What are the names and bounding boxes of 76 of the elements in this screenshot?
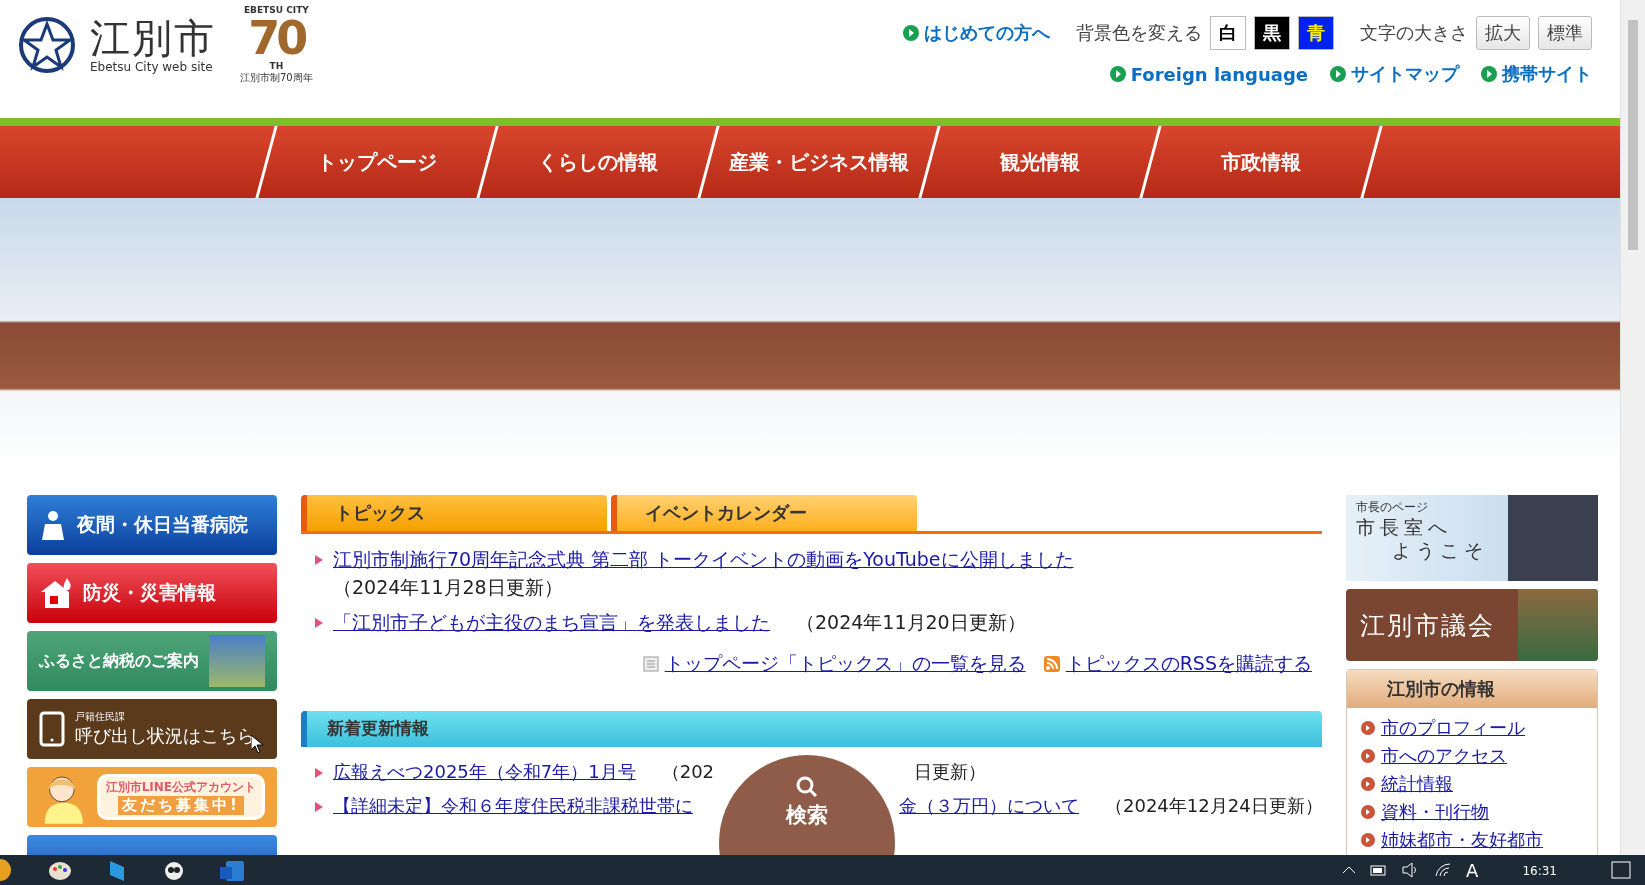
topic-link[interactable]: 「江別市子どもが主役のまち宣言」を発表しました: [333, 611, 770, 634]
anniversary-number: 70: [248, 15, 305, 61]
city-emblem-icon: [18, 16, 76, 74]
info-link[interactable]: 市へのアクセス: [1361, 744, 1583, 768]
info-link[interactable]: 市のプロフィール: [1361, 716, 1583, 740]
banner-caption: 戸籍住民課: [75, 710, 126, 724]
mouse-cursor-icon: [251, 735, 263, 753]
palette-icon[interactable]: [48, 859, 72, 881]
section-title: 新着更新情報: [327, 717, 429, 741]
font-size-label: 文字の大きさ: [1360, 21, 1468, 45]
rss-icon: [1043, 655, 1060, 672]
banner-link[interactable]: 防災・災害情報: [27, 563, 277, 623]
scrollbar[interactable]: [1620, 0, 1645, 855]
battery-icon[interactable]: [1370, 864, 1389, 876]
house-fire-icon: [39, 578, 73, 608]
banner-label: 江別市議会: [1359, 609, 1496, 642]
triangle-bullet-icon: [315, 555, 323, 565]
tablet-icon: [39, 711, 65, 747]
word-icon[interactable]: [220, 859, 244, 881]
banner-label: ふるさと納税のご案内: [39, 650, 199, 672]
font-size-button[interactable]: 標準: [1538, 16, 1592, 50]
triangle-bullet-icon: [315, 767, 323, 778]
search-button[interactable]: 検索: [719, 754, 895, 855]
banner-link[interactable]: 夜間・休日当番病院: [27, 495, 277, 555]
banner-label: 夜間・休日当番病院: [77, 512, 248, 537]
first-visit-link[interactable]: はじめての方へ: [903, 21, 1050, 45]
list-link[interactable]: トップページ「トピックス」の一覧を見る: [642, 650, 1026, 677]
header-link[interactable]: Foreign language: [1109, 63, 1308, 85]
clock-time[interactable]: 16:31: [1522, 859, 1557, 878]
topic-link[interactable]: 江別市制施行70周年記念式典 第二部 トークイベントの動画をYouTubeに公開しました: [333, 548, 1074, 570]
update-link[interactable]: 金（３万円）について: [899, 794, 1079, 816]
background-color-label: 背景色を変える: [1076, 21, 1202, 45]
notification-icon[interactable]: [1611, 861, 1631, 879]
document-icon: [642, 655, 659, 672]
triangle-bullet-icon: [315, 801, 323, 812]
info-link[interactable]: 姉妹都市・友好都市: [1361, 828, 1583, 852]
input-method-indicator[interactable]: A: [1466, 859, 1479, 881]
background-color-button[interactable]: 黒: [1254, 16, 1290, 50]
anniversary-suffix: TH: [269, 61, 284, 71]
banner-label: 江別市LINE公式アカウント: [105, 779, 256, 796]
wifi-icon[interactable]: [1434, 863, 1453, 877]
banner-label: ようこそ: [1391, 538, 1489, 562]
rss-link[interactable]: トピックスのRSSを購読する: [1043, 650, 1312, 677]
update-date: （202: [661, 759, 715, 784]
search-icon: [795, 774, 819, 799]
section-tab[interactable]: イベントカレンダー: [611, 495, 917, 531]
photo-placeholder: [209, 635, 265, 687]
update-date: （2024年12月24日更新）: [1105, 793, 1323, 818]
update-date: （2024年11月20日更新）: [796, 610, 1026, 636]
anniversary-caption: 江別市制70周年: [240, 71, 313, 85]
panel-title: 江別市の情報: [1387, 677, 1495, 701]
update-link[interactable]: 【詳細未定】令和６年度住民税非課税世帯に: [333, 794, 693, 816]
update-date: 日更新）: [914, 759, 987, 784]
font-size-button[interactable]: 拡大: [1476, 16, 1530, 50]
info-link[interactable]: 資料・刊行物: [1361, 800, 1583, 824]
browser-icon[interactable]: [0, 859, 14, 881]
banner-caption: 友だち募集中!: [117, 796, 244, 815]
background-color-button[interactable]: 青: [1298, 16, 1334, 50]
mayor-banner[interactable]: 市長のページ 市長室へ ようこそ: [1346, 495, 1598, 581]
banner-caption: 市長のページ: [1356, 499, 1429, 516]
header-link[interactable]: サイトマップ: [1330, 62, 1459, 86]
banner-label: 市長室へ: [1356, 516, 1453, 539]
council-banner[interactable]: 江別市議会: [1346, 589, 1598, 661]
update-link[interactable]: 広報えべつ2025年（令和7年）1月号: [333, 760, 636, 782]
site-subtitle: Ebetsu City web site: [90, 60, 214, 74]
update-date: （2024年11月28日更新）: [333, 574, 563, 600]
banner-label: 防災・災害情報: [83, 580, 216, 605]
section-tab[interactable]: トピックス: [301, 495, 607, 531]
banner-link[interactable]: ふるさと納税のご案内: [27, 631, 277, 691]
site-name: 江別市: [90, 16, 216, 60]
background-color-button[interactable]: 白: [1210, 16, 1246, 50]
info-link[interactable]: 統計情報: [1361, 772, 1583, 796]
anniversary-caption: EBETSU CITY: [243, 5, 309, 15]
chevron-up-icon[interactable]: [1342, 866, 1357, 874]
header-link[interactable]: 携帯サイト: [1481, 62, 1592, 86]
triangle-bullet-icon: [315, 618, 323, 629]
